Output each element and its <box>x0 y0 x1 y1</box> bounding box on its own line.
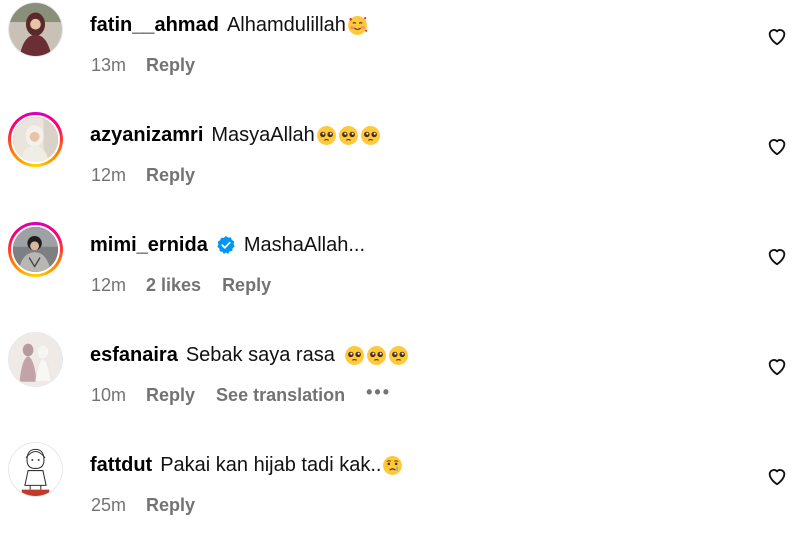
heart-outline-icon[interactable] <box>766 245 788 267</box>
avatar[interactable] <box>8 442 63 497</box>
heart-outline-icon[interactable] <box>766 355 788 377</box>
avatar-with-story-ring[interactable] <box>8 222 63 277</box>
see-translation-button[interactable]: See translation <box>216 385 345 406</box>
avatar[interactable] <box>8 2 63 57</box>
avatar[interactable] <box>8 332 63 387</box>
comment-text: Pakai kan hijab tadi kak.. <box>160 454 382 476</box>
profile-photo <box>9 333 62 386</box>
comment-text: MasyaAllah <box>211 124 315 146</box>
profile-illustration <box>9 443 62 496</box>
comment-text: Alhamdulillah <box>226 14 346 36</box>
pleading-face-icon <box>338 125 359 146</box>
more-options-button[interactable]: ••• <box>366 382 391 403</box>
reply-button[interactable]: Reply <box>146 165 195 186</box>
pleading-face-icon <box>344 345 365 366</box>
comment-body: fattdut Pakai kan hijab tadi kak.. <box>90 452 403 478</box>
comment-meta: 25m Reply <box>91 495 216 516</box>
reply-button[interactable]: Reply <box>222 275 271 296</box>
pleading-face-icon <box>388 345 409 366</box>
verified-badge-icon <box>216 235 236 255</box>
comment-text: Sebak saya rasa <box>185 344 335 366</box>
heart-outline-icon[interactable] <box>766 135 788 157</box>
profile-photo <box>13 227 58 272</box>
profile-photo <box>9 3 62 56</box>
comment-body: mimi_ernida MashaAllah... <box>90 232 365 258</box>
comment-item: mimi_ernida MashaAllah... 12m 2 likes Re… <box>0 220 800 320</box>
comments-list: fatin__ahmad Alhamdulillah 13m Reply azy… <box>0 0 800 529</box>
comment-item: fatin__ahmad Alhamdulillah 13m Reply <box>0 0 800 100</box>
heart-outline-icon[interactable] <box>766 25 788 47</box>
comment-item: fattdut Pakai kan hijab tadi kak.. 25m R… <box>0 440 800 540</box>
comment-text: MashaAllah... <box>243 234 365 256</box>
comment-item: azyanizamri MasyaAllah 12m Reply <box>0 110 800 210</box>
pleading-face-icon <box>360 125 381 146</box>
comment-body: azyanizamri MasyaAllah <box>90 122 381 148</box>
comment-meta: 12m Reply <box>91 165 216 186</box>
comment-body: esfanaira Sebak saya rasa <box>90 342 409 368</box>
avatar-with-story-ring[interactable] <box>8 112 63 167</box>
reply-button[interactable]: Reply <box>146 495 195 516</box>
username[interactable]: fattdut <box>90 452 152 478</box>
heart-outline-icon[interactable] <box>766 465 788 487</box>
comment-item: esfanaira Sebak saya rasa 10m Reply See … <box>0 330 800 430</box>
comment-meta: 10m Reply See translation ••• <box>91 382 391 406</box>
reply-button[interactable]: Reply <box>146 385 195 406</box>
comment-meta: 12m 2 likes Reply <box>91 275 292 296</box>
username[interactable]: azyanizamri <box>90 122 203 148</box>
timestamp: 25m <box>91 495 127 515</box>
reply-button[interactable]: Reply <box>146 55 195 76</box>
timestamp: 10m <box>91 385 127 405</box>
timestamp: 12m <box>91 165 127 185</box>
timestamp: 12m <box>91 275 127 295</box>
likes-count-button[interactable]: 2 likes <box>146 275 201 296</box>
username[interactable]: fatin__ahmad <box>90 12 219 38</box>
timestamp: 13m <box>91 55 127 75</box>
username[interactable]: mimi_ernida <box>90 232 208 258</box>
username[interactable]: esfanaira <box>90 342 178 368</box>
pleading-face-icon <box>316 125 337 146</box>
pleading-face-icon <box>366 345 387 366</box>
smiling-face-with-hearts-icon <box>347 15 368 36</box>
crying-face-icon <box>382 455 403 476</box>
comment-body: fatin__ahmad Alhamdulillah <box>90 12 368 38</box>
comment-meta: 13m Reply <box>91 55 216 76</box>
profile-photo <box>13 117 58 162</box>
